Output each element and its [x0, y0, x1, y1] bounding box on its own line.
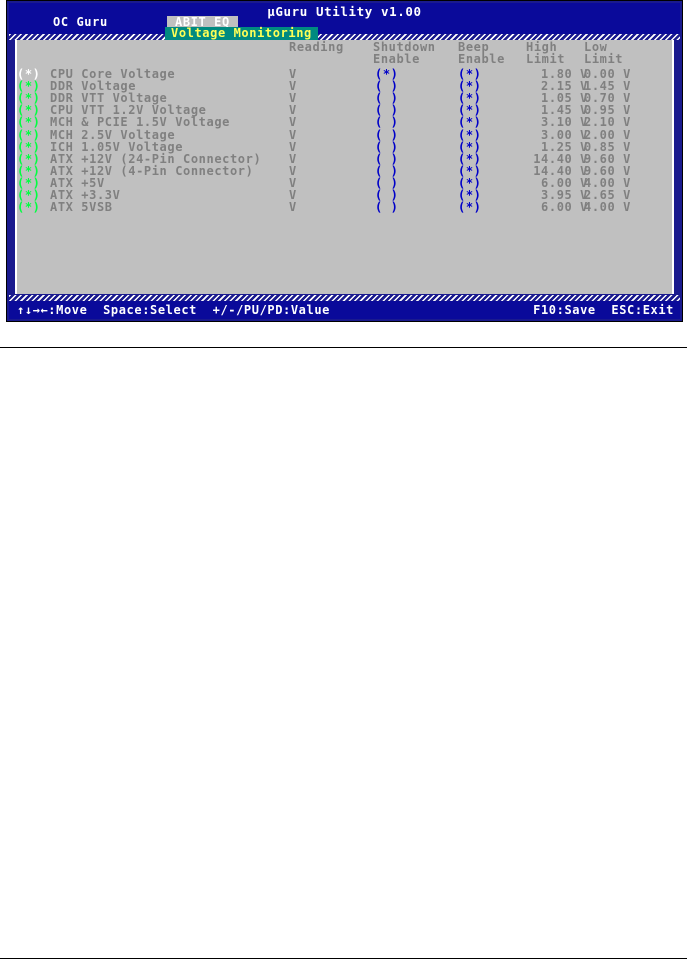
voltage-name: ATX +12V (24-Pin Connector)	[50, 151, 262, 166]
status-bar: ↑↓→←:Move Space:Select +/-/PU/PD:Value F…	[9, 301, 680, 319]
high-limit-value[interactable]: 1.25 V	[508, 141, 588, 153]
monitor-toggle[interactable]: (*)	[17, 129, 40, 141]
voltage-row[interactable]: (*) ATX +12V (24-Pin Connector) V ( ) (*) 14.…	[7, 153, 684, 165]
col-header-beep: Beep Enable	[458, 40, 505, 66]
shutdown-enable-radio[interactable]: ( )	[375, 129, 398, 141]
voltage-reading: V	[289, 151, 297, 166]
voltage-row[interactable]: (*) MCH 2.5V Voltage V ( ) (*) 3.00 V 2.00 V	[7, 129, 684, 141]
beep-enable-radio[interactable]: (*)	[458, 153, 481, 165]
monitor-toggle[interactable]: (*)	[17, 116, 40, 128]
low-limit-value[interactable]: 9.60 V	[584, 153, 631, 165]
app-title: µGuru Utility v1.00	[267, 4, 422, 19]
col-header-low-limit: Low Limit	[584, 40, 624, 66]
beep-enable-radio[interactable]: (*)	[458, 141, 481, 153]
voltage-row[interactable]: (*) ATX +12V (4-Pin Connector) V ( ) (*) 14.4…	[7, 165, 684, 177]
bios-screen: µGuru Utility v1.00 OC Guru ABIT EQ Volt…	[6, 0, 683, 322]
voltage-row[interactable]: (*) ICH 1.05V Voltage V ( ) (*) 1.25 V 0.85 V	[7, 141, 684, 153]
menu-oc-guru[interactable]: OC Guru	[53, 15, 108, 29]
voltage-reading: V	[289, 163, 297, 178]
low-limit-value[interactable]: 2.10 V	[584, 116, 631, 128]
page-rule-top	[0, 347, 687, 348]
voltage-reading: V	[289, 139, 297, 154]
monitor-toggle[interactable]: (*)	[17, 141, 40, 153]
voltage-name: ATX 5VSB	[50, 200, 113, 215]
voltage-reading: V	[289, 115, 297, 130]
shutdown-enable-radio[interactable]: ( )	[375, 141, 398, 153]
low-limit-value[interactable]: 0.85 V	[584, 141, 631, 153]
col-header-shutdown: Shutdown Enable	[373, 40, 436, 66]
high-limit-value[interactable]: 6.00 V	[508, 201, 588, 213]
high-limit-value[interactable]: 14.40 V	[508, 165, 588, 177]
low-limit-value[interactable]: 9.60 V	[584, 165, 631, 177]
title-bar: µGuru Utility v1.00 OC Guru ABIT EQ	[9, 3, 680, 37]
voltage-reading: V	[289, 200, 297, 215]
shutdown-enable-radio[interactable]: ( )	[375, 116, 398, 128]
shutdown-enable-radio[interactable]: ( )	[375, 201, 398, 213]
voltage-name: ICH 1.05V Voltage	[50, 139, 184, 154]
col-header-high-limit: High Limit	[526, 40, 566, 66]
high-limit-value[interactable]: 14.40 V	[508, 153, 588, 165]
low-limit-value[interactable]: 2.00 V	[584, 129, 631, 141]
voltage-name: MCH & PCIE 1.5V Voltage	[50, 115, 230, 130]
monitor-toggle[interactable]: (*)	[17, 153, 40, 165]
col-header-reading: Reading	[289, 40, 344, 54]
tab-voltage-monitoring[interactable]: Voltage Monitoring	[165, 27, 318, 40]
voltage-row[interactable]: (*) MCH & PCIE 1.5V Voltage V ( ) (*) 3.10 V2…	[7, 116, 684, 128]
high-limit-value[interactable]: 3.10 V	[508, 116, 588, 128]
voltage-reading: V	[289, 127, 297, 142]
page-rule-bottom	[0, 958, 687, 959]
high-limit-value[interactable]: 3.00 V	[508, 129, 588, 141]
shutdown-enable-radio[interactable]: ( )	[375, 165, 398, 177]
key-help-right: F10:Save ESC:Exit	[533, 303, 674, 317]
key-help-left: ↑↓→←:Move Space:Select +/-/PU/PD:Value	[17, 303, 330, 317]
monitor-toggle[interactable]: (*)	[17, 201, 40, 213]
voltage-name: MCH 2.5V Voltage	[50, 127, 176, 142]
shutdown-enable-radio[interactable]: ( )	[375, 153, 398, 165]
beep-enable-radio[interactable]: (*)	[458, 116, 481, 128]
voltage-row[interactable]: (*) ATX 5VSB V ( ) (*) 6.00 V 4.00 V	[7, 201, 684, 213]
beep-enable-radio[interactable]: (*)	[458, 201, 481, 213]
beep-enable-radio[interactable]: (*)	[458, 165, 481, 177]
beep-enable-radio[interactable]: (*)	[458, 129, 481, 141]
monitor-toggle[interactable]: (*)	[17, 165, 40, 177]
voltage-name: ATX +12V (4-Pin Connector)	[50, 163, 254, 178]
low-limit-value[interactable]: 4.00 V	[584, 201, 631, 213]
